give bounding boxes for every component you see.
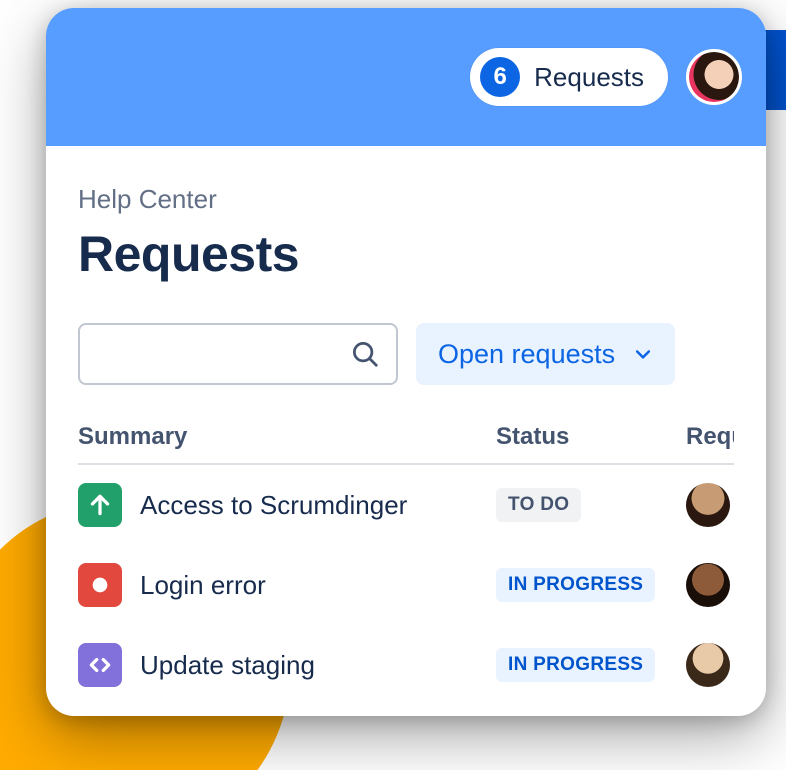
status-filter-label: Open requests: [438, 339, 615, 370]
requester-avatar[interactable]: [686, 643, 730, 687]
requests-count-badge: 6: [480, 57, 520, 97]
table-row[interactable]: Update staging IN PROGRESS: [78, 625, 734, 705]
record-dot-icon: [78, 563, 122, 607]
app-window: 6 Requests Help Center Requests: [46, 8, 766, 716]
requester-avatar[interactable]: [686, 483, 730, 527]
table-row[interactable]: Login error IN PROGRESS: [78, 545, 734, 625]
status-badge: TO DO: [496, 488, 581, 522]
requests-pill-button[interactable]: 6 Requests: [470, 48, 668, 106]
column-header-status: Status: [496, 423, 686, 451]
chevron-down-icon: [633, 344, 653, 364]
status-badge: IN PROGRESS: [496, 568, 655, 602]
search-input[interactable]: [62, 341, 350, 367]
column-header-summary: Summary: [78, 423, 496, 451]
status-badge: IN PROGRESS: [496, 648, 655, 682]
avatar-image: [689, 52, 739, 102]
page-title: Requests: [78, 225, 734, 283]
request-summary: Access to Scrumdinger: [140, 490, 407, 521]
request-summary: Update staging: [140, 650, 315, 681]
request-summary: Login error: [140, 570, 266, 601]
code-brackets-icon: [78, 643, 122, 687]
column-header-requester: Requester: [686, 423, 734, 451]
table-header-row: Summary Status Requester: [78, 423, 734, 465]
app-header: 6 Requests: [46, 8, 766, 146]
arrow-up-icon: [78, 483, 122, 527]
breadcrumb[interactable]: Help Center: [78, 184, 734, 215]
status-filter-dropdown[interactable]: Open requests: [416, 323, 675, 385]
search-input-wrapper[interactable]: [78, 323, 398, 385]
requester-avatar[interactable]: [686, 563, 730, 607]
table-row[interactable]: Access to Scrumdinger TO DO: [78, 465, 734, 545]
user-avatar[interactable]: [686, 49, 742, 105]
requests-pill-label: Requests: [534, 62, 644, 93]
search-icon: [350, 339, 380, 369]
